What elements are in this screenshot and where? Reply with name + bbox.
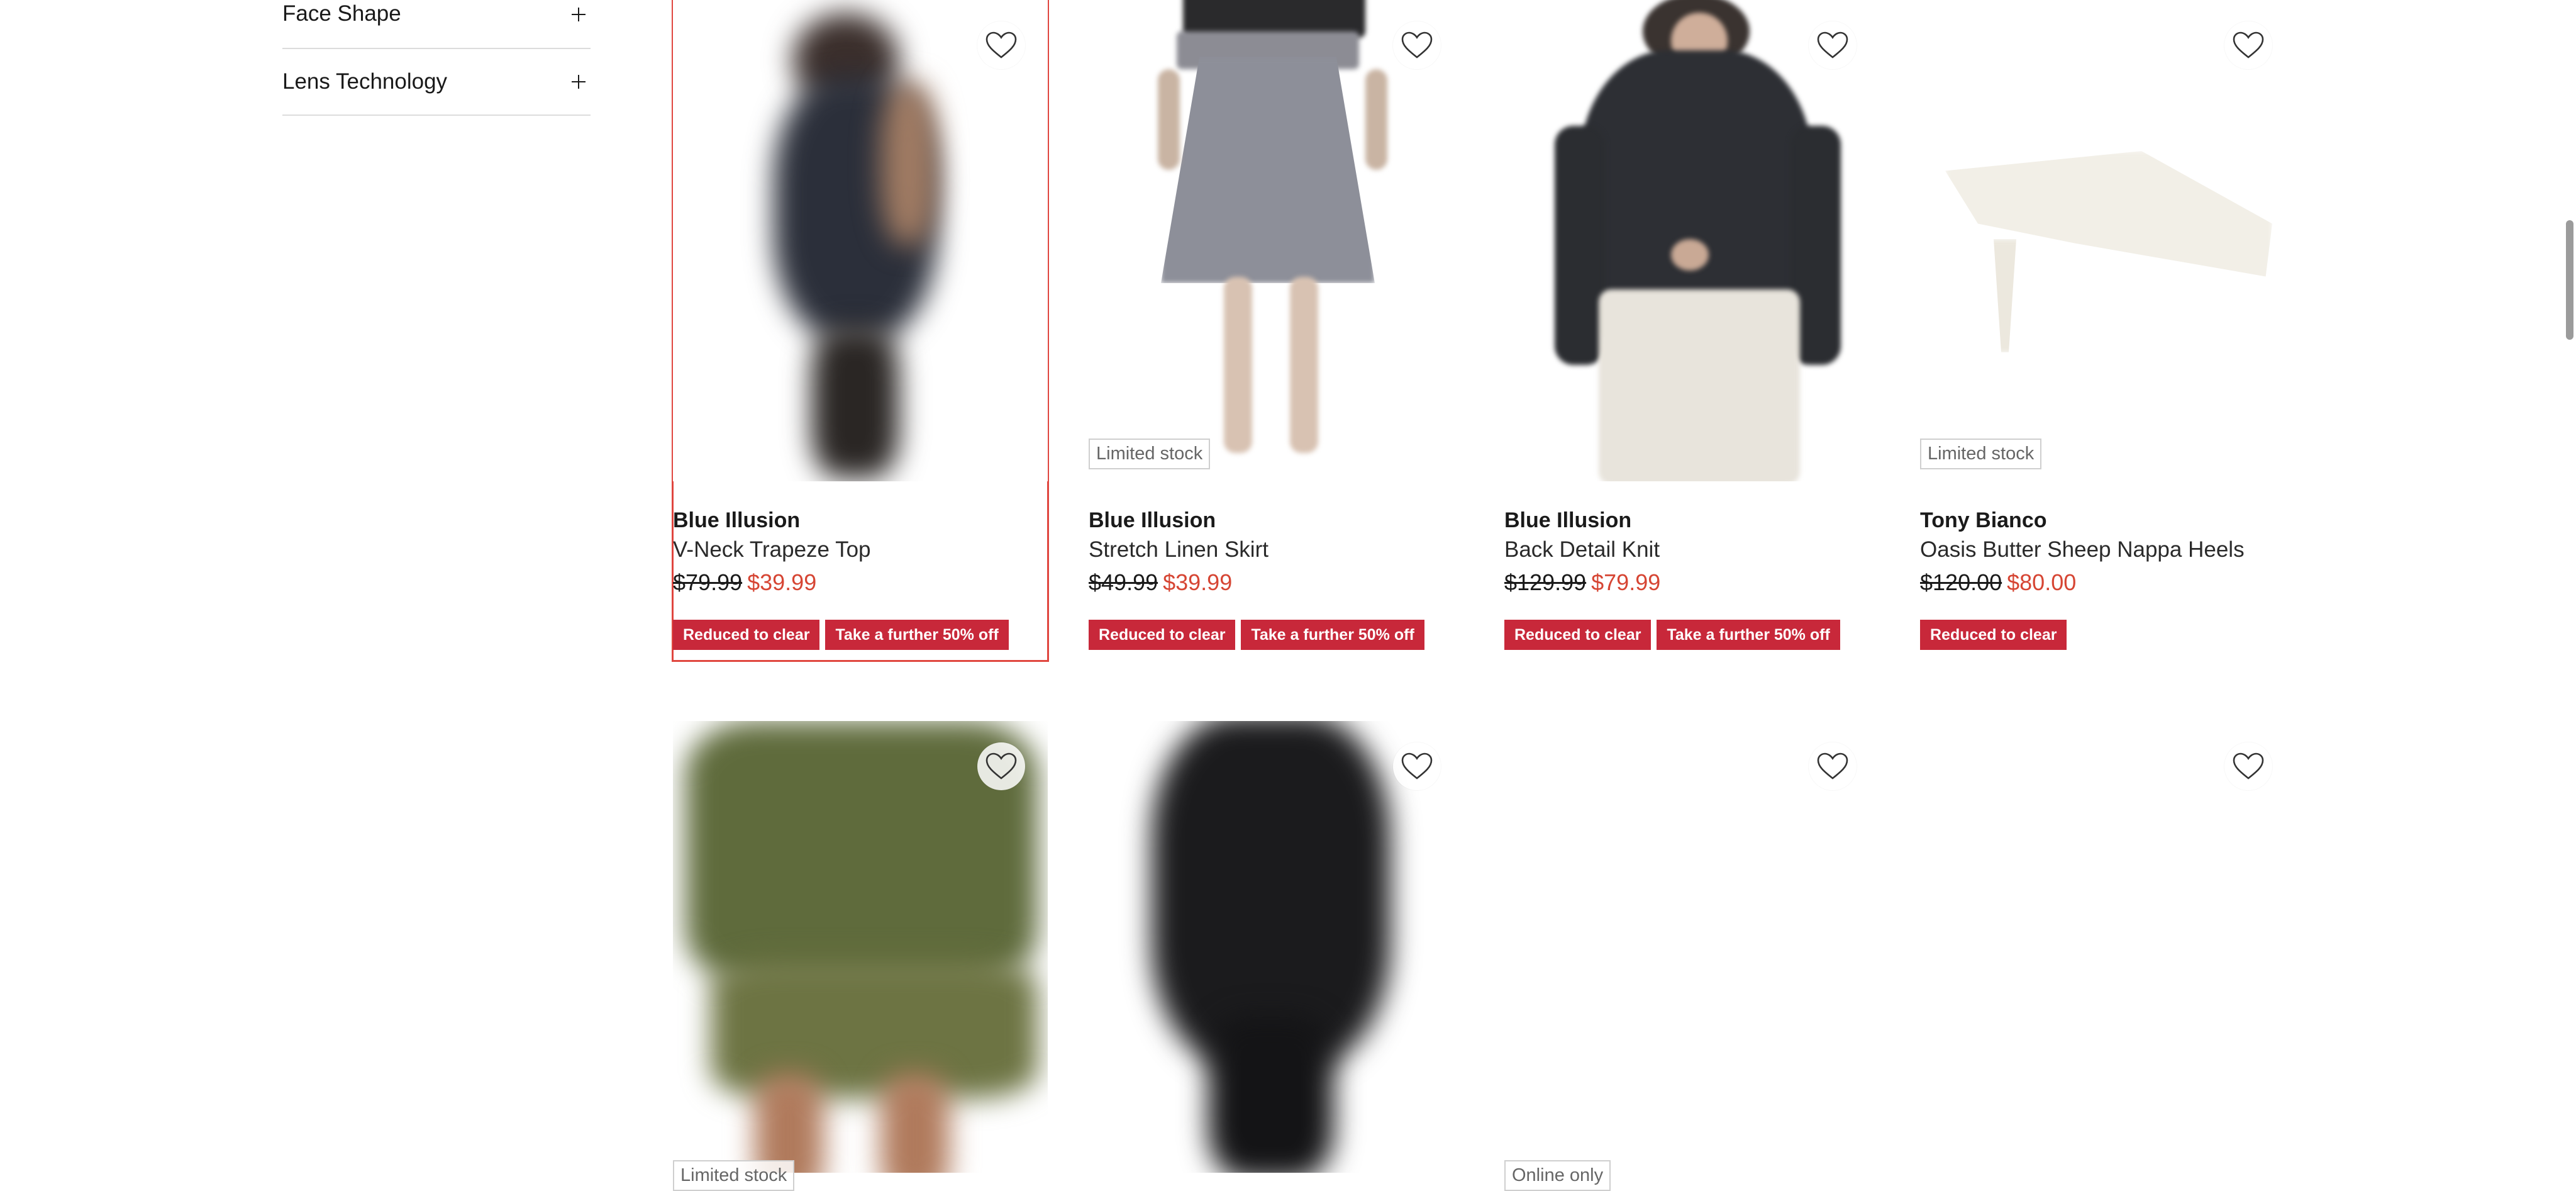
filter-label: Face Shape bbox=[282, 1, 401, 26]
product-price: $120.00 $80.00 bbox=[1920, 569, 2076, 596]
heart-outline-icon[interactable] bbox=[2224, 742, 2272, 790]
promo-badges: Reduced to clear Take a further 50% off bbox=[1504, 620, 1840, 650]
product-card[interactable]: Limited stock Blue Illusion Stretch Line… bbox=[1089, 0, 1463, 661]
product-card[interactable] bbox=[1089, 721, 1463, 1173]
sale-price: $80.00 bbox=[2007, 569, 2077, 595]
product-card[interactable]: Blue Illusion Back Detail Knit $129.99 $7… bbox=[1504, 0, 1879, 661]
promo-badge: Reduced to clear bbox=[1089, 620, 1236, 650]
heart-outline-icon[interactable] bbox=[1809, 21, 1857, 69]
promo-badge: Reduced to clear bbox=[673, 620, 820, 650]
product-name[interactable]: Stretch Linen Skirt bbox=[1089, 537, 1269, 562]
stock-tag: Limited stock bbox=[1089, 439, 1211, 469]
product-card[interactable]: Blue Illusion V-Neck Trapeze Top $79.99 $… bbox=[672, 0, 1049, 662]
product-image[interactable] bbox=[1920, 721, 2295, 1173]
scrollbar-thumb[interactable] bbox=[2566, 220, 2573, 340]
original-price: $49.99 bbox=[1089, 569, 1158, 595]
page-scrollbar[interactable] bbox=[2562, 0, 2576, 1173]
product-image[interactable] bbox=[673, 721, 1048, 1173]
product-image[interactable] bbox=[1920, 0, 2295, 481]
promo-badge: Take a further 50% off bbox=[825, 620, 1009, 650]
product-card[interactable]: Limited stock Tony Bianco Oasis Butter S… bbox=[1920, 0, 2295, 661]
sale-price: $39.99 bbox=[1163, 569, 1233, 595]
product-image[interactable] bbox=[1504, 721, 1879, 1173]
stock-tag: Limited stock bbox=[1920, 439, 2042, 469]
product-image[interactable] bbox=[1089, 0, 1463, 481]
product-brand[interactable]: Blue Illusion bbox=[1089, 508, 1216, 533]
product-brand[interactable]: Blue Illusion bbox=[673, 508, 800, 533]
original-price: $120.00 bbox=[1920, 569, 2002, 595]
filter-face-shape[interactable]: Face Shape bbox=[282, 0, 591, 49]
plus-icon[interactable] bbox=[572, 8, 586, 21]
promo-badges: Reduced to clear Take a further 50% off bbox=[1089, 620, 1424, 650]
promo-badge: Reduced to clear bbox=[1920, 620, 2067, 650]
stock-tag: Limited stock bbox=[673, 1160, 795, 1191]
original-price: $79.99 bbox=[673, 569, 743, 595]
sale-price: $39.99 bbox=[747, 569, 817, 595]
product-brand[interactable]: Blue Illusion bbox=[1504, 508, 1631, 533]
product-price: $129.99 $79.99 bbox=[1504, 569, 1660, 596]
heart-outline-icon[interactable] bbox=[1393, 21, 1441, 69]
promo-badge: Reduced to clear bbox=[1504, 620, 1652, 650]
product-name[interactable]: V-Neck Trapeze Top bbox=[673, 537, 871, 562]
product-price: $49.99 $39.99 bbox=[1089, 569, 1232, 596]
filter-sidebar: Face Shape Lens Technology bbox=[282, 0, 591, 116]
product-card[interactable]: Limited stock bbox=[673, 721, 1048, 1191]
promo-badge: Take a further 50% off bbox=[1657, 620, 1840, 650]
heart-outline-icon[interactable] bbox=[1809, 742, 1857, 790]
promo-badges: Reduced to clear bbox=[1920, 620, 2067, 650]
product-image[interactable] bbox=[1504, 0, 1879, 481]
product-image[interactable] bbox=[673, 0, 1048, 481]
product-price: $79.99 $39.99 bbox=[673, 569, 816, 596]
product-card[interactable] bbox=[1920, 721, 2295, 1173]
heart-outline-icon[interactable] bbox=[977, 21, 1025, 69]
filter-label: Lens Technology bbox=[282, 69, 448, 94]
heart-outline-icon[interactable] bbox=[1393, 742, 1441, 790]
filter-lens-technology[interactable]: Lens Technology bbox=[282, 49, 591, 116]
product-name[interactable]: Oasis Butter Sheep Nappa Heels bbox=[1920, 537, 2245, 562]
promo-badge: Take a further 50% off bbox=[1241, 620, 1424, 650]
product-brand[interactable]: Tony Bianco bbox=[1920, 508, 2047, 533]
heart-outline-icon[interactable] bbox=[2224, 21, 2272, 69]
stock-tag: Online only bbox=[1504, 1160, 1611, 1191]
heart-outline-icon[interactable] bbox=[977, 742, 1025, 790]
product-image[interactable] bbox=[1089, 721, 1463, 1173]
product-card[interactable]: Online only bbox=[1504, 721, 1879, 1191]
product-name[interactable]: Back Detail Knit bbox=[1504, 537, 1660, 562]
sale-price: $79.99 bbox=[1591, 569, 1661, 595]
original-price: $129.99 bbox=[1504, 569, 1587, 595]
promo-badges: Reduced to clear Take a further 50% off bbox=[673, 620, 1009, 650]
plus-icon[interactable] bbox=[572, 75, 586, 89]
